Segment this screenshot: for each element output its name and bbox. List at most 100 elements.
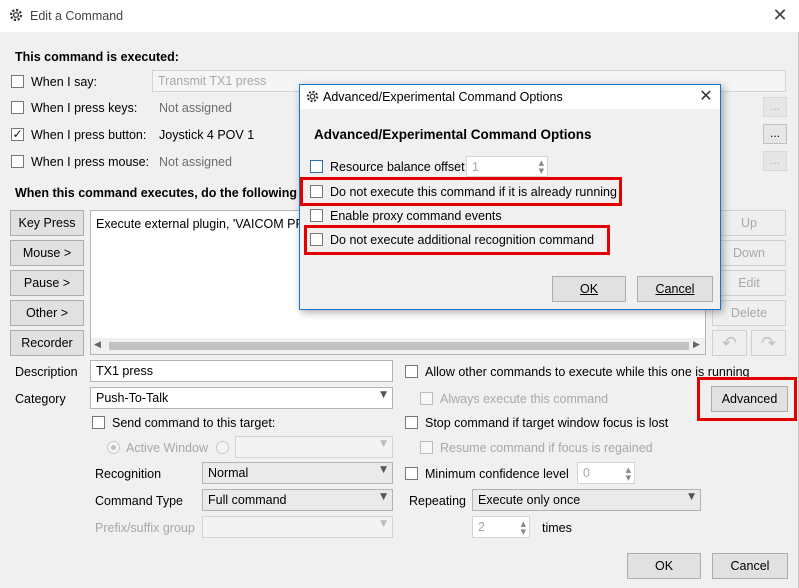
chevron-down-icon: ▼ <box>380 492 387 502</box>
title-bar: Edit a Command ✕ <box>0 0 799 32</box>
delete-button[interactable]: Delete <box>712 300 786 326</box>
min-conf-stepper[interactable]: 0 ▲ ▼ <box>577 462 635 484</box>
category-label: Category <box>15 392 66 406</box>
resume-focus-label: Resume command if focus is regained <box>440 441 653 455</box>
stop-focus-label: Stop command if target window focus is l… <box>425 416 669 430</box>
up-button[interactable]: Up <box>712 210 786 236</box>
advanced-options-dialog: Advanced/Experimental Command Options ✕ … <box>299 84 721 310</box>
horizontal-scrollbar[interactable]: ◀ ▶ <box>91 338 705 354</box>
target-radio[interactable] <box>216 441 229 454</box>
chevron-down-icon: ▼ <box>380 519 387 529</box>
pause-button[interactable]: Pause > <box>10 270 84 296</box>
resource-balance-stepper[interactable]: 1 ▲ ▼ <box>466 156 548 177</box>
button-ellipsis-button[interactable]: ... <box>763 124 787 144</box>
repeating-label: Repeating <box>409 494 466 508</box>
send-target-checkbox[interactable] <box>92 416 105 429</box>
category-value: Push-To-Talk <box>96 391 169 405</box>
advanced-button[interactable]: Advanced <box>711 386 788 412</box>
window-title: Edit a Command <box>30 9 124 23</box>
recognition-label: Recognition <box>95 467 162 481</box>
target-select[interactable]: ▼ <box>235 436 393 458</box>
when-mouse-checkbox[interactable] <box>11 155 24 168</box>
scroll-thumb[interactable] <box>109 342 689 350</box>
always-execute-checkbox[interactable] <box>420 392 433 405</box>
chevron-down-icon: ▼ <box>688 492 695 502</box>
when-say-checkbox[interactable] <box>11 75 24 88</box>
prefix-select[interactable]: ▼ <box>202 516 393 538</box>
spin-down-icon[interactable]: ▼ <box>521 528 526 536</box>
dialog-close-icon[interactable]: ✕ <box>696 86 716 106</box>
mouse-button[interactable]: Mouse > <box>10 240 84 266</box>
category-select[interactable]: Push-To-Talk ▼ <box>90 387 393 409</box>
stop-focus-checkbox[interactable] <box>405 416 418 429</box>
ok-button[interactable]: OK <box>627 553 701 579</box>
keys-ellipsis-button[interactable]: ... <box>763 97 787 117</box>
gear-icon <box>9 8 23 22</box>
dialog-ok-button[interactable]: OK <box>552 276 626 302</box>
min-conf-checkbox[interactable] <box>405 467 418 480</box>
list-item[interactable]: Execute external plugin, 'VAICOM PRO <box>96 217 314 231</box>
actions-heading: When this command executes, do the follo… <box>15 186 315 200</box>
other-button[interactable]: Other > <box>10 300 84 326</box>
down-button[interactable]: Down <box>712 240 786 266</box>
when-mouse-value: Not assigned <box>159 155 232 169</box>
spin-up-icon[interactable]: ▲ <box>626 466 631 474</box>
dialog-ok-label: OK <box>579 282 599 296</box>
allow-other-checkbox[interactable] <box>405 365 418 378</box>
dialog-cancel-button[interactable]: Cancel <box>637 276 713 302</box>
when-mouse-label: When I press mouse: <box>31 155 150 169</box>
when-button-checkbox[interactable]: ✓ <box>11 128 24 141</box>
when-say-label: When I say: <box>31 75 97 89</box>
active-window-radio[interactable] <box>107 441 120 454</box>
resume-focus-checkbox[interactable] <box>420 441 433 454</box>
command-type-select[interactable]: Full command ▼ <box>202 489 393 511</box>
undo-icon[interactable]: ↶ <box>712 330 747 356</box>
times-label: times <box>542 521 572 535</box>
spin-down-icon[interactable]: ▼ <box>626 474 631 482</box>
times-value: 2 <box>478 520 485 534</box>
recognition-select[interactable]: Normal ▼ <box>202 462 393 484</box>
chevron-down-icon: ▼ <box>380 465 387 475</box>
key-press-button[interactable]: Key Press <box>10 210 84 236</box>
description-label: Description <box>15 365 78 379</box>
min-conf-label: Minimum confidence level <box>425 467 569 481</box>
dialog-cancel-label: Cancel <box>655 282 695 296</box>
times-stepper[interactable]: 2 ▲ ▼ <box>472 516 530 538</box>
scroll-left-icon[interactable]: ◀ <box>94 340 101 350</box>
enable-proxy-checkbox[interactable] <box>310 209 323 222</box>
executed-heading: This command is executed: <box>15 50 179 64</box>
when-keys-checkbox[interactable] <box>11 101 24 114</box>
checkmark-icon: ✓ <box>12 127 23 141</box>
resource-balance-label: Resource balance offset <box>330 160 465 174</box>
spin-up-icon[interactable]: ▲ <box>521 520 526 528</box>
not-execute-recognition-checkbox[interactable] <box>310 233 323 246</box>
when-keys-label: When I press keys: <box>31 101 138 115</box>
chevron-down-icon: ▼ <box>380 390 387 400</box>
cancel-button[interactable]: Cancel <box>712 553 788 579</box>
resource-balance-checkbox[interactable] <box>310 160 323 173</box>
min-conf-value: 0 <box>583 466 590 480</box>
repeating-select[interactable]: Execute only once ▼ <box>472 489 701 511</box>
not-execute-running-checkbox[interactable] <box>310 185 323 198</box>
repeating-value: Execute only once <box>478 493 581 507</box>
prefix-label: Prefix/suffix group <box>95 521 195 535</box>
when-button-value: Joystick 4 POV 1 <box>159 128 255 142</box>
spin-down-icon[interactable]: ▼ <box>539 167 544 175</box>
dialog-title-bar: Advanced/Experimental Command Options ✕ <box>300 85 720 109</box>
send-target-label: Send command to this target: <box>112 416 276 430</box>
description-input[interactable]: TX1 press <box>90 360 393 382</box>
scroll-right-icon[interactable]: ▶ <box>693 340 700 350</box>
active-window-label: Active Window <box>126 441 208 455</box>
dialog-title: Advanced/Experimental Command Options <box>323 90 563 104</box>
when-keys-value: Not assigned <box>159 101 232 115</box>
not-execute-running-label: Do not execute this command if it is alr… <box>330 185 617 199</box>
recognition-value: Normal <box>208 466 249 480</box>
redo-icon[interactable]: ↷ <box>751 330 786 356</box>
recorder-button[interactable]: Recorder <box>10 330 84 356</box>
close-icon[interactable]: ✕ <box>770 6 790 26</box>
spin-up-icon[interactable]: ▲ <box>539 159 544 167</box>
mouse-ellipsis-button[interactable]: ... <box>763 151 787 171</box>
gear-icon <box>306 90 319 103</box>
command-type-label: Command Type <box>95 494 184 508</box>
edit-button[interactable]: Edit <box>712 270 786 296</box>
